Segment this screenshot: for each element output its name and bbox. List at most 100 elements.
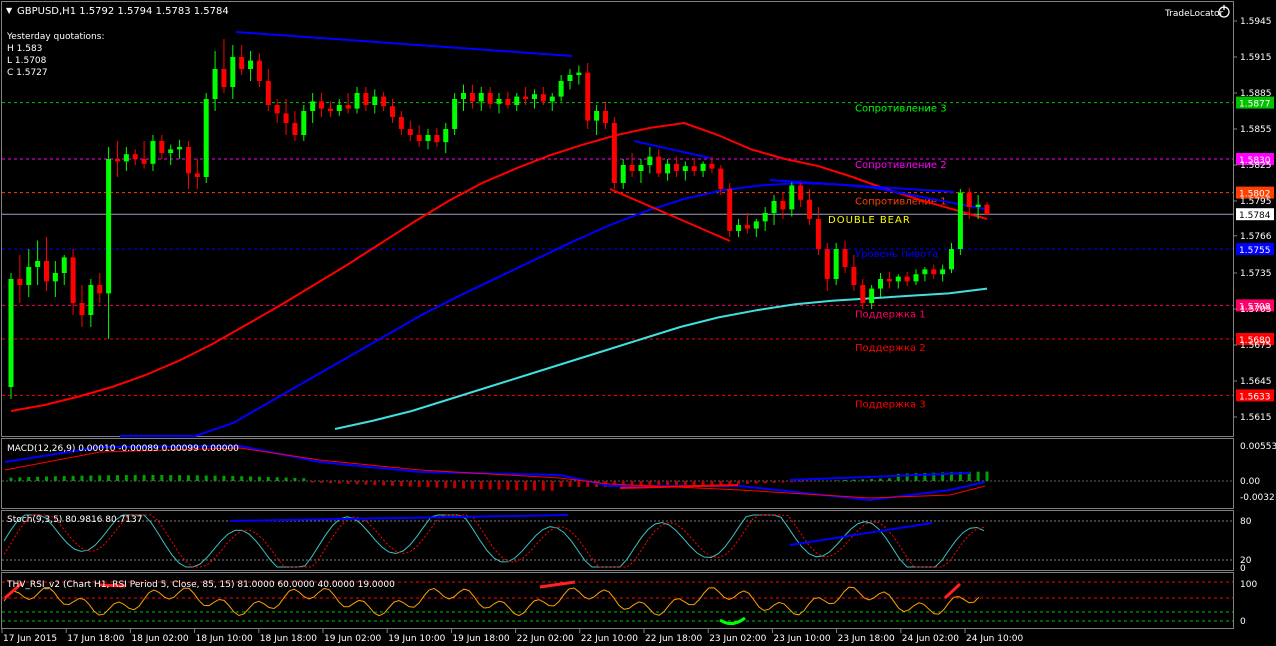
- trendlines[interactable]: [235, 31, 955, 242]
- level-label: Поддержка 1: [855, 309, 926, 320]
- candle-body: [682, 166, 688, 171]
- pivot-levels: Сопротивление 3 1.5877 Сопротивление 2 1.58…: [2, 96, 1274, 410]
- candle-body: [709, 163, 715, 169]
- candle-body: [807, 199, 813, 219]
- time-tick-label: 18 Jun 18:00: [260, 634, 317, 644]
- candle-body: [212, 69, 218, 99]
- candle-body: [611, 123, 617, 183]
- candle-body: [425, 135, 431, 141]
- candle-body: [753, 221, 759, 229]
- candle-body: [461, 93, 467, 99]
- candle-body: [363, 93, 369, 105]
- candle-body: [416, 135, 422, 141]
- time-tick-label: 23 Jun 10:00: [773, 634, 830, 644]
- candle-body: [97, 285, 103, 294]
- candle-body: [407, 129, 413, 135]
- yesterday-low: L 1.5708: [7, 56, 47, 66]
- time-axis[interactable]: 17 Jun 2015 17 Jun 18:00 18 Jun 02:00 18 Ju…: [1, 629, 1023, 644]
- candle-body: [869, 288, 875, 303]
- candle-body: [913, 274, 919, 282]
- candle-body: [656, 156, 662, 174]
- candle-body: [886, 279, 892, 282]
- macd-main-line: [4, 444, 986, 502]
- time-tick-label: 22 Jun 10:00: [581, 634, 638, 644]
- candle-body: [230, 57, 236, 87]
- candle-body: [123, 154, 129, 162]
- price-tick-label: 1.5945: [1240, 17, 1272, 27]
- candle-body: [824, 249, 830, 279]
- collapse-arrow-icon[interactable]: ▼: [6, 6, 13, 15]
- level-price-text: 1.5877: [1239, 100, 1271, 110]
- candle-body: [61, 257, 67, 273]
- candle-body: [256, 60, 262, 81]
- level-price-text: 1.5633: [1239, 392, 1271, 402]
- candle-body: [17, 279, 23, 285]
- candle-body: [434, 135, 440, 143]
- candle-body: [345, 105, 351, 109]
- yesterday-high: H 1.583: [7, 44, 42, 54]
- candle-body: [736, 225, 742, 231]
- candle-body: [789, 185, 795, 210]
- stoch-tick-label: 0: [1240, 564, 1246, 574]
- candle-body: [523, 96, 529, 99]
- candle-body: [274, 105, 280, 114]
- candle-body: [310, 101, 316, 111]
- rsi-overbought-mark: [943, 582, 962, 600]
- candle-body: [283, 113, 289, 123]
- candle-body: [585, 72, 591, 121]
- time-tick-label: 23 Jun 18:00: [838, 634, 895, 644]
- trendline-flag-lower: [609, 188, 731, 242]
- candle-body: [452, 99, 458, 129]
- macd-tick-label: -0.00321: [1240, 493, 1276, 503]
- trendline-flag-upper: [633, 140, 711, 159]
- time-tick-label: 23 Jun 02:00: [709, 634, 766, 644]
- price-tick-label: 1.5915: [1240, 53, 1272, 63]
- stoch-trendline-2: [789, 522, 933, 546]
- candle-body: [833, 249, 839, 279]
- stoch-panel: 80200: [2, 514, 1252, 574]
- candle-body: [106, 159, 112, 294]
- rsi-overbought-mark: [539, 580, 576, 589]
- stoch-trendline-1: [229, 514, 569, 522]
- time-tick-label: 19 Jun 18:00: [452, 634, 509, 644]
- candle-body: [150, 141, 156, 164]
- candle-body: [70, 257, 76, 303]
- level-label: Поддержка 3: [855, 399, 926, 410]
- time-tick-label: 22 Jun 18:00: [645, 634, 702, 644]
- candle-body: [487, 93, 493, 104]
- candle-body: [878, 279, 884, 289]
- candle-body: [744, 225, 750, 229]
- candle-body: [185, 147, 191, 174]
- price-tick-label: 1.5795: [1240, 197, 1272, 207]
- candle-body: [540, 94, 546, 102]
- candle-body: [647, 156, 653, 165]
- moving-average-line: [10, 121, 988, 412]
- candle-body: [975, 204, 981, 207]
- candle-body: [114, 159, 120, 162]
- candle-body: [629, 165, 635, 171]
- current-price-text: 1.5784: [1239, 211, 1271, 221]
- candle-body: [239, 57, 245, 69]
- candle-body: [496, 99, 502, 104]
- price-axis[interactable]: 1.5945 1.5915 1.5885 1.5855 1.5825 1.5795 1.57…: [1233, 17, 1274, 423]
- candle-body: [940, 269, 946, 275]
- rsi-tick-label: 0: [1240, 617, 1246, 627]
- candle-body: [248, 60, 254, 69]
- trendline-top-1: [235, 31, 573, 57]
- candle-body: [691, 166, 697, 171]
- price-tick-label: 1.5885: [1240, 89, 1272, 99]
- level-label: Сопротивление 2: [855, 160, 947, 171]
- trading-chart[interactable]: Сопротивление 3 1.5877 Сопротивление 2 1.58…: [0, 0, 1276, 646]
- candle-body: [638, 165, 644, 171]
- candle-body: [602, 111, 608, 123]
- candle-body: [931, 269, 937, 275]
- rsi-tick-label: 100: [1240, 580, 1257, 590]
- candle-body: [88, 285, 94, 315]
- symbol-header: GBPUSD,H1 1.5792 1.5794 1.5783 1.5784: [17, 6, 229, 17]
- candle-body: [505, 99, 511, 105]
- candle-body: [265, 81, 271, 105]
- candle-body: [851, 267, 857, 285]
- candle-body: [194, 173, 200, 177]
- price-tick-label: 1.5766: [1240, 232, 1272, 242]
- time-tick-label: 22 Jun 02:00: [517, 634, 574, 644]
